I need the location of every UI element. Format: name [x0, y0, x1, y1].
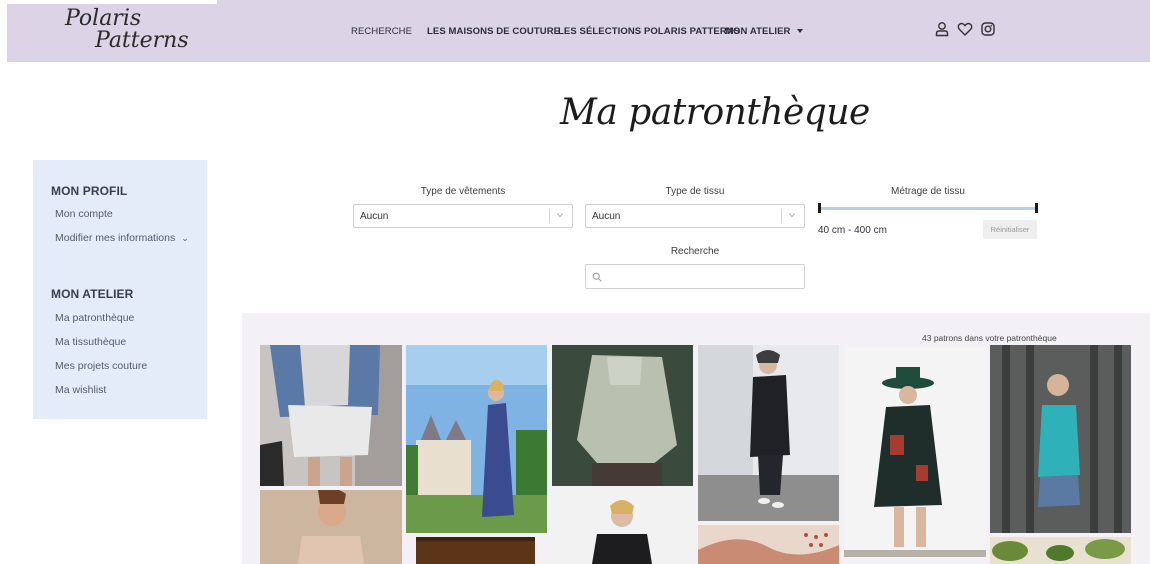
- pattern-tile[interactable]: [260, 345, 402, 486]
- sidebar-item-projets-couture[interactable]: Mes projets couture: [55, 360, 147, 372]
- header-top-strip: [7, 0, 217, 4]
- pattern-tile[interactable]: [552, 345, 693, 486]
- chevron-down-icon: [556, 213, 564, 218]
- pattern-tile[interactable]: [552, 490, 693, 564]
- pattern-photo-black-top: [552, 490, 693, 564]
- pattern-tile[interactable]: [416, 537, 535, 564]
- fabric-type-value: Aucun: [592, 211, 621, 222]
- pattern-photo-teal-top-wood: [990, 345, 1131, 533]
- sidebar-item-modifier-informations[interactable]: Modifier mes informations ⌄: [55, 232, 189, 244]
- logo-line-2: Patterns: [95, 28, 189, 53]
- sidebar-item-mon-compte[interactable]: Mon compte: [55, 208, 113, 220]
- fabric-type-select[interactable]: Aucun: [585, 204, 805, 228]
- pattern-photo-black-outfit-street: [698, 345, 839, 521]
- sidebar-heading-atelier: MON ATELIER: [51, 287, 134, 301]
- reset-button[interactable]: Réinitialiser: [983, 220, 1037, 239]
- site-logo[interactable]: Polaris Patterns: [65, 6, 195, 58]
- yardage-slider-max-handle[interactable]: [1035, 203, 1038, 213]
- pattern-tile[interactable]: [406, 345, 547, 533]
- select-separator: [781, 209, 782, 223]
- search-label: Recherche: [670, 246, 720, 257]
- sidebar: MON PROFIL Mon compte Modifier mes infor…: [33, 160, 207, 419]
- pattern-tile[interactable]: [844, 560, 986, 564]
- nav-mon-atelier[interactable]: MON ATELIER: [725, 26, 803, 37]
- pattern-photo-green-dress-hat: [844, 345, 986, 557]
- pattern-count: 43 patrons dans votre patronthèque: [922, 333, 1057, 343]
- search-input[interactable]: [606, 268, 796, 285]
- sidebar-item-label: Modifier mes informations: [55, 232, 176, 244]
- chevron-down-icon: [788, 213, 796, 218]
- sidebar-item-patrontheque[interactable]: Ma patronthèque: [55, 312, 134, 324]
- yardage-slider-track[interactable]: [819, 207, 1037, 210]
- pattern-tile[interactable]: [990, 345, 1131, 533]
- instagram-icon[interactable]: [980, 21, 996, 37]
- sidebar-item-tissutheque[interactable]: Ma tissuthèque: [55, 336, 126, 348]
- garment-type-value: Aucun: [360, 211, 389, 222]
- page-title: Ma patronthèque: [560, 92, 870, 133]
- sidebar-item-wishlist[interactable]: Ma wishlist: [55, 384, 106, 396]
- pattern-photo-terracotta-pattern: [698, 525, 839, 564]
- pattern-tile[interactable]: [990, 537, 1131, 564]
- yardage-slider-min-handle[interactable]: [818, 203, 821, 213]
- select-separator: [549, 209, 550, 223]
- pattern-photo-brown: [416, 537, 535, 564]
- fabric-type-label: Type de tissu: [665, 186, 725, 197]
- sidebar-heading-profile: MON PROFIL: [51, 184, 128, 198]
- pattern-tile[interactable]: [844, 345, 986, 557]
- nav-mon-atelier-label: MON ATELIER: [725, 26, 791, 37]
- garment-type-label: Type de vêtements: [420, 186, 506, 197]
- pattern-photo-skirt-denim-jacket: [260, 345, 402, 486]
- yardage-range-text: 40 cm - 400 cm: [818, 225, 887, 236]
- nav-maisons-de-couture[interactable]: LES MAISONS DE COUTURE: [427, 26, 560, 37]
- pattern-tile[interactable]: [260, 490, 402, 564]
- nav-selections[interactable]: LES SÉLECTIONS POLARIS PATTERNS: [558, 26, 740, 37]
- pattern-photo-floral-dress-castle: [406, 345, 547, 533]
- garment-type-select[interactable]: Aucun: [353, 204, 573, 228]
- caret-down-icon: [796, 29, 803, 34]
- pattern-photo-plants: [990, 537, 1131, 564]
- pattern-photo-sage-blouse: [552, 345, 693, 486]
- chevron-down-icon: ⌄: [181, 233, 189, 243]
- user-icon[interactable]: [934, 21, 950, 37]
- yardage-label: Métrage de tissu: [891, 186, 965, 197]
- search-icon: [592, 272, 602, 282]
- heart-icon[interactable]: [957, 21, 973, 37]
- pattern-tile[interactable]: [698, 525, 839, 564]
- search-field[interactable]: [585, 264, 805, 289]
- pattern-tile[interactable]: [698, 345, 839, 521]
- pattern-photo-nude-top: [260, 490, 402, 564]
- nav-recherche[interactable]: RECHERCHE: [351, 26, 412, 37]
